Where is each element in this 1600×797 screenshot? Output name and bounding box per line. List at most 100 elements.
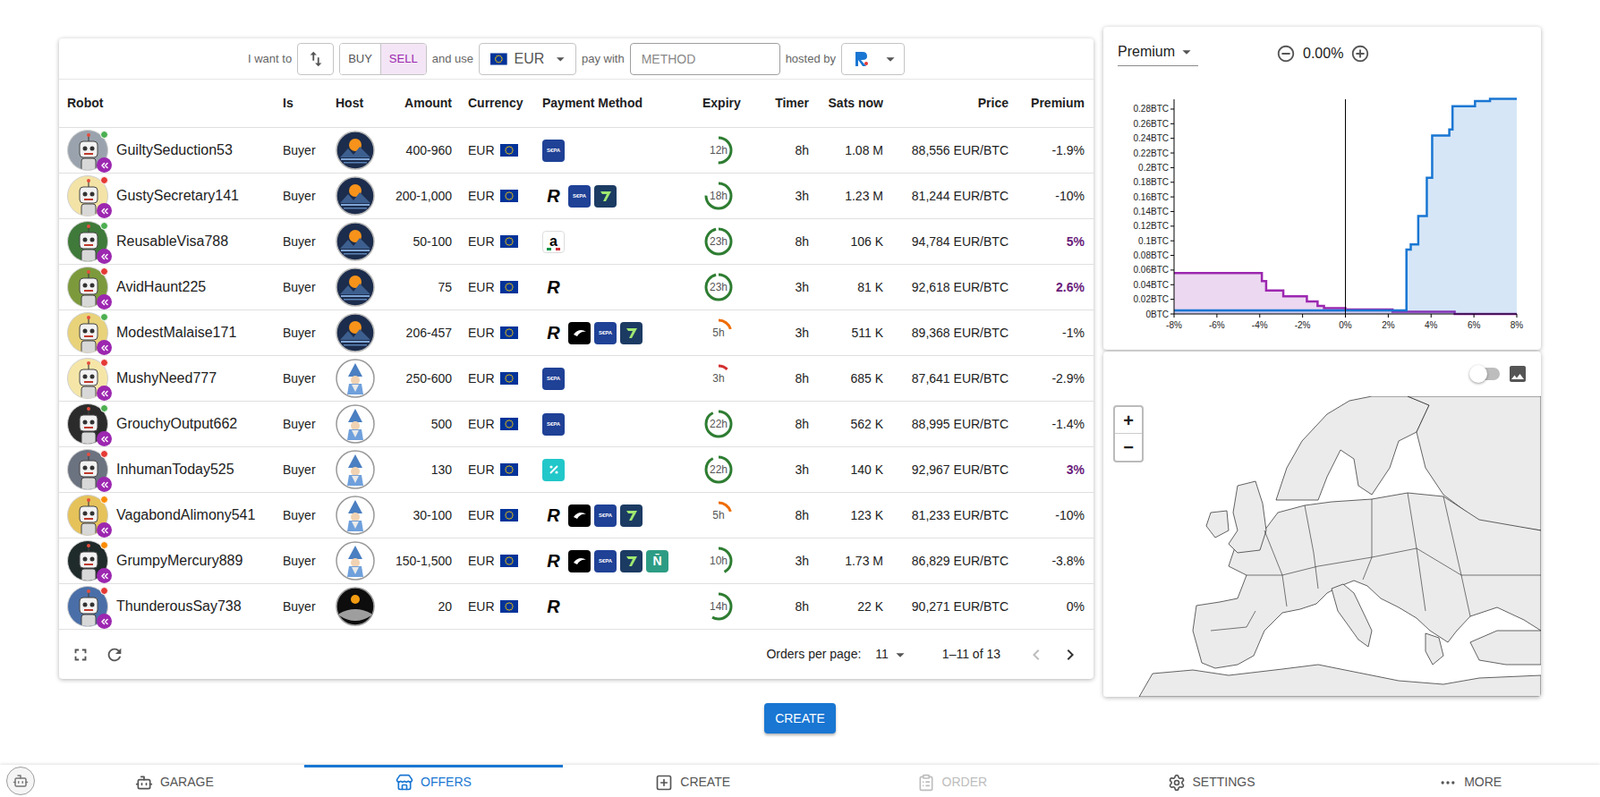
order-row[interactable]: VagabondAlimony541Buyer30-100EURRS€PA5h8… — [59, 493, 1094, 539]
nav-tab[interactable]: OFFERS — [304, 765, 564, 797]
next-page-button[interactable] — [1055, 640, 1085, 670]
host-cell — [331, 450, 378, 490]
currency-cell: EUR — [459, 141, 543, 161]
refresh-button[interactable] — [102, 642, 128, 668]
host-label: hosted by — [785, 50, 836, 69]
order-row[interactable]: MushyNeed777Buyer250-600EURS€PA3h8h685 K… — [59, 356, 1094, 402]
order-row[interactable]: ReusableVisa788Buyer50-100EURa23h8h106 K… — [59, 219, 1094, 265]
host-mountain-icon[interactable] — [335, 221, 375, 262]
price-cell: 81,233 EUR/BTC — [890, 506, 1016, 526]
chart-mode-select[interactable]: Premium — [1117, 41, 1199, 67]
column-header[interactable]: Timer — [754, 93, 816, 113]
host-wizard-icon[interactable] — [335, 495, 375, 536]
column-header[interactable]: Expiry — [702, 93, 755, 113]
column-header[interactable]: Robot — [59, 93, 283, 113]
robot-avatar[interactable] — [67, 540, 109, 582]
order-row[interactable]: AvidHaunt225Buyer75EURR23h3h81 K92,618 E… — [59, 264, 1094, 311]
host-mountain-icon[interactable] — [335, 176, 375, 216]
robot-avatar[interactable] — [67, 312, 109, 354]
order-row[interactable]: GuiltySeduction53Buyer400-960EURS€PA12h8… — [59, 127, 1094, 174]
host-cell — [331, 404, 378, 444]
zoom-out-button[interactable]: − — [1114, 434, 1142, 461]
minus-circle-icon — [1276, 43, 1296, 64]
page-range: 1–11 of 13 — [942, 645, 1001, 664]
host-select[interactable] — [841, 42, 905, 76]
price-cell: 87,641 EUR/BTC — [890, 369, 1016, 389]
host-wizard-icon[interactable] — [335, 358, 375, 399]
order-row[interactable]: GrouchyOutput662Buyer500EURS€PA22h8h562 … — [59, 401, 1094, 448]
column-header[interactable]: Payment Method — [542, 93, 703, 113]
chevrons-left-icon — [99, 434, 111, 445]
host-wizard-icon[interactable] — [335, 541, 375, 581]
column-header[interactable]: Price — [890, 93, 1016, 113]
order-row[interactable]: ThunderousSay738Buyer20EURR14h8h22 K90,2… — [59, 584, 1094, 630]
prev-page-button[interactable] — [1021, 640, 1051, 670]
column-header[interactable]: Amount — [377, 93, 460, 113]
zoom-in-button[interactable]: + — [1114, 407, 1142, 435]
host-wizard-icon[interactable] — [335, 450, 375, 490]
host-mountain-icon[interactable] — [335, 267, 375, 307]
host-mountain-icon[interactable] — [335, 313, 375, 353]
timer-cell: 3h — [754, 278, 816, 298]
side-button[interactable]: BUY — [340, 43, 381, 75]
svg-text:0.18BTC: 0.18BTC — [1133, 177, 1169, 188]
order-row[interactable]: ModestMalaise171Buyer206-457EURRS€PA5h3h… — [59, 310, 1094, 357]
robot-avatar[interactable] — [67, 129, 109, 171]
create-button[interactable]: CREATE — [764, 703, 836, 734]
column-header[interactable]: Currency — [459, 93, 543, 113]
status-dot — [100, 267, 109, 276]
y-tick: 0.2BTC — [1138, 162, 1175, 173]
robot-avatar[interactable] — [67, 403, 109, 445]
robot-avatar[interactable] — [67, 266, 109, 308]
wise-icon — [620, 550, 643, 573]
revolut-icon: R — [542, 504, 565, 528]
depth-chart[interactable]: 0.28BTC0.26BTC0.24BTC0.22BTC0.2BTC0.18BT… — [1103, 80, 1541, 349]
column-header[interactable]: Host — [331, 93, 378, 113]
per-page-select[interactable]: 11 — [875, 645, 911, 665]
robot-name: AvidHaunt225 — [116, 276, 206, 298]
nav-tab[interactable]: CREATE — [562, 765, 823, 797]
robot-avatar[interactable] — [67, 221, 109, 263]
robot-avatar[interactable] — [67, 494, 109, 537]
expiry-cell: 23h — [702, 225, 755, 258]
host-mountain-icon[interactable] — [335, 130, 375, 171]
user-avatar[interactable] — [6, 766, 35, 796]
nav-tab[interactable]: ORDER — [822, 765, 1082, 797]
eu-flag-icon — [490, 52, 508, 66]
robot-avatar[interactable] — [67, 586, 109, 628]
order-row[interactable]: GrumpyMercury889Buyer150-1,500EURRS€PAN̄… — [59, 538, 1094, 585]
premium-cell: -3.8% — [1015, 552, 1092, 571]
column-header[interactable]: Is — [282, 93, 332, 113]
x-tick: 6% — [1467, 314, 1481, 331]
premium-increase-button[interactable] — [1350, 43, 1371, 64]
svg-text:0.04BTC: 0.04BTC — [1133, 280, 1169, 290]
swap-button[interactable] — [297, 42, 334, 76]
host-cell — [331, 587, 378, 627]
robot-avatar[interactable] — [67, 357, 109, 400]
method-input[interactable] — [629, 42, 781, 76]
order-type-badge — [96, 476, 112, 493]
nav-tab[interactable]: SETTINGS — [1081, 765, 1342, 797]
nav-tab[interactable]: MORE — [1340, 765, 1600, 797]
column-header[interactable]: Sats now — [815, 93, 891, 113]
host-wizard-icon[interactable] — [335, 404, 375, 444]
nav-tab[interactable]: GARAGE — [44, 765, 305, 797]
column-header[interactable]: Premium — [1015, 93, 1092, 113]
robot-avatar[interactable] — [67, 449, 109, 491]
fullscreen-button[interactable] — [68, 642, 94, 668]
side-button[interactable]: SELL — [380, 43, 426, 75]
host-cell — [331, 221, 378, 262]
order-row[interactable]: InhumanToday525Buyer130EUR22h3h140 K92,9… — [59, 447, 1094, 494]
image-icon — [1506, 363, 1529, 385]
premium-decrease-button[interactable] — [1276, 43, 1296, 64]
robot-avatar[interactable] — [67, 175, 109, 217]
app: I want toBUYSELLand useEURpay withhosted… — [0, 0, 1600, 797]
host-moon-icon[interactable] — [335, 587, 375, 627]
amount-cell: 206-457 — [377, 323, 460, 343]
order-row[interactable]: GustySecretary141Buyer200-1,000EURRS€PA1… — [59, 173, 1094, 220]
map-area[interactable]: +− — [1103, 396, 1541, 698]
map-style-toggle[interactable] — [1472, 367, 1500, 381]
expiry-cell: 3h — [702, 362, 755, 395]
currency-select[interactable]: EUR — [478, 42, 577, 76]
side-cell: Buyer — [282, 232, 332, 252]
